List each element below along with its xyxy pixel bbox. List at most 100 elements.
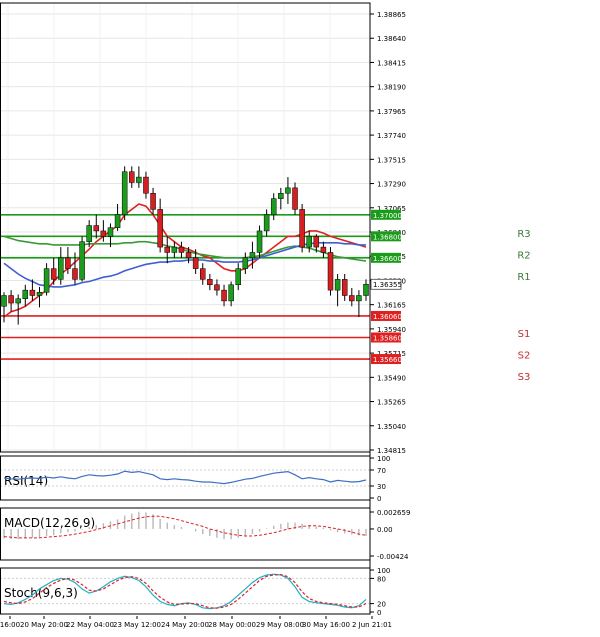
candle-body xyxy=(306,236,312,248)
price-tick-label: 1.37515 xyxy=(377,156,406,164)
candle-body xyxy=(107,227,114,237)
candle-body xyxy=(79,241,85,280)
candle-body xyxy=(1,295,7,307)
candle-body xyxy=(129,171,135,183)
price-tick-label: 1.35040 xyxy=(377,423,406,431)
trading-chart: R3 R2 R1 S1 S2 S3 1.38865 1.38640 1.38415 1.3819… xyxy=(0,0,600,633)
level-name-s1: S1 xyxy=(518,329,531,340)
level-price-tags: 1.37000 1.36800 1.36600 1.36060 1.35860 1.356… xyxy=(370,209,402,365)
level-tag-value: 1.35660 xyxy=(373,356,402,364)
time-tick-label: 24 May 20:00 xyxy=(161,621,209,629)
candle-body xyxy=(171,246,178,253)
candle-body xyxy=(36,292,43,296)
price-tick-label: 1.37740 xyxy=(377,132,406,140)
time-tick-label: 22 May 04:00 xyxy=(66,621,114,629)
candle-body xyxy=(214,284,220,291)
candle-body xyxy=(292,187,298,210)
candle-body xyxy=(29,289,36,296)
candle-body xyxy=(93,225,100,232)
candle-body xyxy=(157,209,163,248)
rsi-tick-label: 70 xyxy=(377,467,386,475)
candle-body xyxy=(299,209,305,248)
price-tick-label: 1.35490 xyxy=(377,374,406,382)
macd-title: MACD(12,26,9) xyxy=(4,516,95,530)
macd-tick-label: -0.00424 xyxy=(377,553,409,561)
candle-body xyxy=(50,268,57,280)
candle-body xyxy=(235,268,241,286)
candle-body xyxy=(334,279,341,291)
level-tag-value: 1.36060 xyxy=(373,313,402,321)
candle-body xyxy=(86,225,92,242)
candle-body xyxy=(65,257,71,269)
candle-body xyxy=(100,230,107,237)
stoch-tick-label: 20 xyxy=(377,601,386,609)
candle-body xyxy=(114,214,121,228)
candle-body xyxy=(249,252,256,259)
price-tick-label: 1.36165 xyxy=(377,302,406,310)
candle-body xyxy=(150,192,156,210)
level-tag-value: 1.36600 xyxy=(373,255,402,263)
candle-body xyxy=(327,252,334,291)
candle-body xyxy=(143,176,149,194)
price-tick-label: 1.38640 xyxy=(377,35,406,43)
candle-body xyxy=(221,289,227,302)
level-name-r2: R2 xyxy=(517,250,530,261)
level-name-s2: S2 xyxy=(518,351,531,362)
current-price-value: 1.36355 xyxy=(373,281,402,289)
price-tick-label: 1.34815 xyxy=(377,447,406,455)
candle-body xyxy=(320,246,327,253)
candle-body xyxy=(228,284,234,302)
level-name-r3: R3 xyxy=(517,229,530,240)
price-tick-label: 1.35265 xyxy=(377,399,406,407)
candle-body xyxy=(349,295,355,302)
candle-body xyxy=(263,214,270,232)
candle-body xyxy=(270,198,277,216)
candle-body xyxy=(341,279,348,296)
candle-body xyxy=(242,257,249,269)
candle-body xyxy=(72,268,78,280)
level-tag-value: 1.37000 xyxy=(373,212,402,220)
time-tick-label: 2 Jun 21:01 xyxy=(352,621,392,629)
candle-body xyxy=(199,268,206,280)
candle-body xyxy=(8,295,14,304)
candle-body xyxy=(121,171,128,216)
time-tick-label: 16:00 xyxy=(0,621,20,629)
level-name-s3: S3 xyxy=(518,372,531,383)
time-tick-label: 30 May 16:00 xyxy=(302,621,350,629)
stoch-tick-label: 100 xyxy=(377,567,390,575)
price-tick-label: 1.38415 xyxy=(377,59,406,67)
candle-body xyxy=(58,257,64,280)
candle-body xyxy=(207,279,213,286)
stoch-tick-label: 80 xyxy=(377,575,386,583)
rsi-tick-label: 0 xyxy=(377,495,381,503)
candle-body xyxy=(15,298,21,304)
time-tick-label: 28 May 00:00 xyxy=(208,621,256,629)
chart-canvas: R3 R2 R1 S1 S2 S3 1.38865 1.38640 1.38415 1.3819… xyxy=(0,0,600,633)
candle-body xyxy=(43,268,50,293)
time-tick-label: 23 May 12:00 xyxy=(113,621,161,629)
candle-body xyxy=(285,187,291,194)
price-tick-label: 1.37290 xyxy=(377,181,406,189)
time-tick-label: 29 May 08:00 xyxy=(256,621,304,629)
price-tick-label: 1.38190 xyxy=(377,84,406,92)
level-name-r1: R1 xyxy=(517,272,530,283)
price-tick-label: 1.37965 xyxy=(377,108,406,116)
time-tick-label: 20 May 20:00 xyxy=(20,621,68,629)
rsi-tick-label: 30 xyxy=(377,483,386,491)
level-tag-value: 1.35860 xyxy=(373,335,402,343)
candle-body xyxy=(256,230,263,253)
candle-body xyxy=(164,246,171,253)
level-tag-value: 1.36800 xyxy=(373,233,402,241)
candle-body xyxy=(192,257,199,269)
macd-tick-label: 0.002659 xyxy=(377,509,410,517)
candle-body xyxy=(185,252,192,259)
candle-body xyxy=(356,295,362,302)
macd-tick-label: 0.00 xyxy=(377,526,393,534)
stoch-tick-label: 0 xyxy=(377,609,381,617)
price-tick-label: 1.38865 xyxy=(377,11,406,19)
rsi-tick-label: 100 xyxy=(377,455,390,463)
candle-body xyxy=(22,289,29,299)
candle-body xyxy=(178,246,185,253)
candle-body xyxy=(313,236,320,248)
candle-body xyxy=(363,283,369,296)
